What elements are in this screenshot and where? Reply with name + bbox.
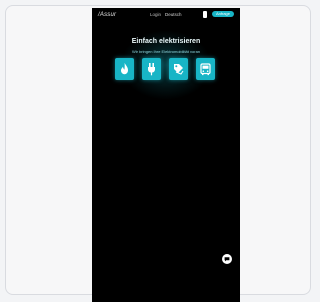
language-selector[interactable]: Deutsch bbox=[165, 12, 182, 17]
plug-icon bbox=[148, 63, 155, 76]
service-tile-mobility[interactable] bbox=[196, 58, 215, 80]
menu-icon[interactable] bbox=[203, 11, 207, 18]
tag-icon bbox=[174, 64, 184, 75]
service-icons bbox=[113, 58, 219, 82]
brand-logo[interactable]: /Assur bbox=[98, 12, 116, 18]
top-bar: /Assur Login Deutsch Anfrage bbox=[92, 8, 240, 26]
chat-icon bbox=[224, 257, 230, 262]
chat-button[interactable] bbox=[222, 254, 232, 264]
phone-screen: /Assur Login Deutsch Anfrage Einfach ele… bbox=[92, 8, 240, 302]
bus-icon bbox=[200, 63, 211, 76]
service-tile-tag[interactable] bbox=[169, 58, 188, 80]
service-tile-heat[interactable] bbox=[115, 58, 134, 80]
hero-subtitle: Wir bringen Ihre Elektromobilität voran bbox=[131, 49, 201, 54]
service-tile-charging[interactable] bbox=[142, 58, 161, 80]
login-link[interactable]: Login bbox=[150, 12, 161, 17]
cta-button[interactable]: Anfrage bbox=[212, 11, 234, 17]
hero-title: Einfach elektrisieren bbox=[131, 38, 201, 45]
flame-icon bbox=[121, 63, 128, 75]
